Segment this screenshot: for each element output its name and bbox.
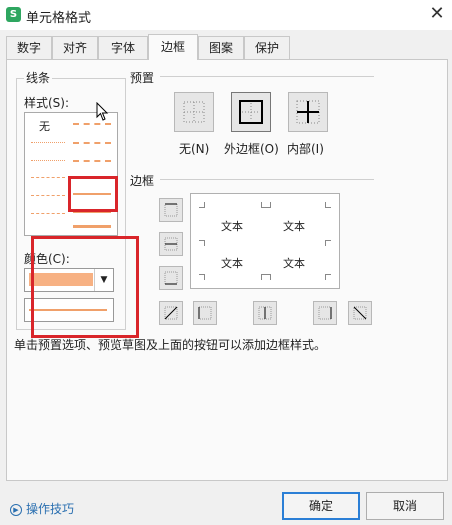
cancel-button[interactable]: 取消 (366, 492, 444, 520)
style-line[interactable] (73, 225, 111, 228)
style-line[interactable] (31, 142, 65, 143)
preset-none-button[interactable] (174, 92, 214, 132)
section-divider (160, 179, 374, 180)
help-link[interactable]: ▶ 操作技巧 (10, 500, 74, 517)
border-middle-h-icon (164, 237, 178, 251)
preset-outline-icon (239, 100, 263, 124)
border-left-button[interactable] (193, 301, 217, 325)
preset-none-icon (183, 101, 205, 123)
style-line[interactable] (73, 123, 111, 125)
preview-corner (265, 274, 271, 280)
preview-text: 文本 (221, 257, 243, 270)
preview-text: 文本 (283, 220, 305, 233)
border-bottom-button[interactable] (159, 266, 183, 290)
preview-corner (199, 202, 205, 208)
style-line[interactable] (31, 213, 65, 214)
preset-inside-label: 内部(I) (287, 142, 324, 156)
border-right-icon (318, 306, 332, 320)
tab-font[interactable]: 字体 (98, 36, 148, 59)
preview-corner (199, 274, 205, 280)
diagonal-up-icon (164, 306, 178, 320)
app-icon: S (6, 7, 21, 22)
ok-button[interactable]: 确定 (282, 492, 360, 520)
border-bottom-icon (164, 271, 178, 285)
border-top-icon (164, 203, 178, 217)
tab-pattern[interactable]: 图案 (198, 36, 244, 59)
preview-corner (325, 274, 331, 280)
tab-border[interactable]: 边框 (148, 34, 198, 60)
hint-text: 单击预置选项、预览草图及上面的按钮可以添加边框样式。 (14, 338, 327, 352)
preview-text: 文本 (283, 257, 305, 270)
close-icon[interactable]: ✕ (426, 3, 448, 25)
preview-corner (325, 202, 331, 208)
style-line[interactable] (31, 177, 65, 178)
preset-outline-button[interactable] (231, 92, 271, 132)
diagonal-down-icon (353, 306, 367, 320)
border-left-icon (198, 306, 212, 320)
style-line[interactable] (31, 160, 65, 161)
window-title: 单元格格式 (26, 11, 92, 26)
line-style-list[interactable]: 无 (24, 112, 118, 236)
preview-corner (325, 240, 331, 246)
border-top-button[interactable] (159, 198, 183, 222)
style-label: 样式(S): (24, 96, 70, 110)
border-diagonal-up-button[interactable] (159, 301, 183, 325)
border-title: 边框 (130, 174, 155, 188)
preview-corner (199, 240, 205, 246)
style-line[interactable] (31, 195, 65, 196)
play-icon: ▶ (10, 503, 22, 516)
preset-inside-icon (296, 100, 320, 124)
border-right-button[interactable] (313, 301, 337, 325)
tab-protection[interactable]: 保护 (244, 36, 290, 59)
tab-alignment[interactable]: 对齐 (52, 36, 98, 59)
highlight-box (68, 176, 118, 212)
preset-inside-button[interactable] (288, 92, 328, 132)
line-group-title: 线条 (24, 69, 53, 86)
presets-title: 预置 (130, 71, 155, 85)
highlight-box (31, 236, 139, 338)
section-divider (160, 76, 374, 77)
style-line[interactable] (73, 142, 111, 144)
border-middle-h-button[interactable] (159, 232, 183, 256)
mouse-cursor-icon (96, 102, 109, 121)
border-diagonal-down-button[interactable] (348, 301, 372, 325)
style-none[interactable]: 无 (39, 118, 50, 134)
preview-corner (265, 202, 271, 208)
tab-number[interactable]: 数字 (6, 36, 52, 59)
border-middle-v-icon (258, 306, 272, 320)
preview-text: 文本 (221, 220, 243, 233)
style-line[interactable] (73, 160, 111, 162)
help-label: 操作技巧 (26, 502, 75, 516)
border-preview[interactable]: 文本 文本 文本 文本 (190, 193, 340, 289)
border-middle-v-button[interactable] (253, 301, 277, 325)
preset-none-label: 无(N) (179, 142, 210, 156)
preset-outline-label: 外边框(O) (224, 142, 279, 156)
